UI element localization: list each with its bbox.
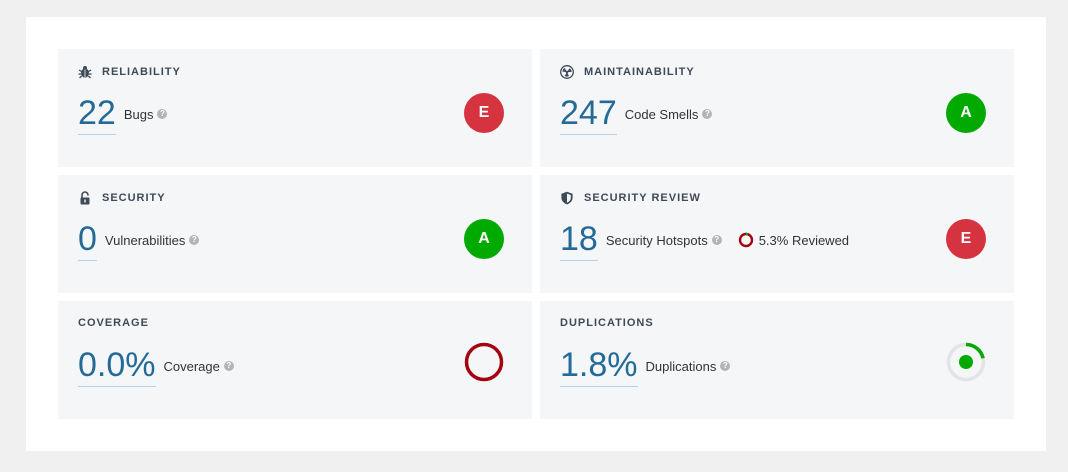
security-title: SECURITY [102,192,166,204]
vulnerabilities-count-link[interactable]: 0 [78,219,97,261]
reliability-metric: 22 Bugs ? [78,93,168,135]
duplications-percent-link[interactable]: 1.8% [560,345,638,387]
security-review-rating-badge[interactable]: E [946,219,986,259]
security-hotspots-count-link[interactable]: 18 [560,219,598,261]
bug-icon [78,65,92,79]
duplications-gauge[interactable] [945,341,987,383]
help-icon[interactable]: ? [157,109,168,119]
vulnerabilities-label: Vulnerabilities [104,232,186,248]
maintainability-rating-badge[interactable]: A [946,93,986,133]
bugs-label: Bugs [123,106,154,122]
duplications-title: DUPLICATIONS [560,317,654,329]
help-icon[interactable]: ? [223,361,234,371]
radioactive-icon [560,65,574,79]
security-card: SECURITY 0 Vulnerabilities ? A [58,175,532,293]
security-review-title: SECURITY REVIEW [584,192,701,204]
reviewed-percent-text: 5.3% Reviewed [758,232,850,248]
duplications-card: DUPLICATIONS 1.8% Duplications ? [540,301,1014,419]
coverage-title: COVERAGE [78,317,149,329]
shield-icon [560,191,574,205]
reliability-title: RELIABILITY [102,66,181,78]
help-icon[interactable]: ? [711,235,722,245]
measures-panel: RELIABILITY 22 Bugs ? E MAINTAINABILITY … [26,17,1046,451]
security-review-card: SECURITY REVIEW 18 Security Hotspots ? 5… [540,175,1014,293]
security-review-header: SECURITY REVIEW [560,191,701,205]
security-metric: 0 Vulnerabilities ? [78,219,200,261]
coverage-metric: 0.0% Coverage ? [78,345,234,387]
help-icon[interactable]: ? [189,235,200,245]
duplications-dot [959,355,973,369]
security-rating-badge[interactable]: A [464,219,504,259]
security-hotspots-label: Security Hotspots [605,232,708,248]
duplications-header: DUPLICATIONS [560,317,654,329]
coverage-donut-chart[interactable] [463,341,505,383]
security-header: SECURITY [78,191,166,205]
reliability-rating-badge[interactable]: E [464,93,504,133]
maintainability-title: MAINTAINABILITY [584,66,695,78]
duplications-label: Duplications [645,358,717,374]
security-review-metric: 18 Security Hotspots ? 5.3% Reviewed [560,219,849,261]
maintainability-card: MAINTAINABILITY 247 Code Smells ? A [540,49,1014,167]
maintainability-header: MAINTAINABILITY [560,65,695,79]
duplications-metric: 1.8% Duplications ? [560,345,731,387]
coverage-uncovered-ring [464,342,504,382]
coverage-percent-link[interactable]: 0.0% [78,345,156,387]
coverage-card: COVERAGE 0.0% Coverage ? [58,301,532,419]
reliability-card: RELIABILITY 22 Bugs ? E [58,49,532,167]
help-icon[interactable]: ? [720,361,731,371]
coverage-header: COVERAGE [78,317,149,329]
reliability-header: RELIABILITY [78,65,181,79]
help-icon[interactable]: ? [702,109,713,119]
unlocked-padlock-icon [78,191,92,205]
code-smells-label: Code Smells [624,106,699,122]
reviewed-indicator: 5.3% Reviewed [738,232,849,248]
bugs-count-link[interactable]: 22 [78,93,116,135]
code-smells-count-link[interactable]: 247 [560,93,617,135]
coverage-label: Coverage [163,358,220,374]
maintainability-metric: 247 Code Smells ? [560,93,713,135]
reviewed-donut-icon [738,232,753,248]
